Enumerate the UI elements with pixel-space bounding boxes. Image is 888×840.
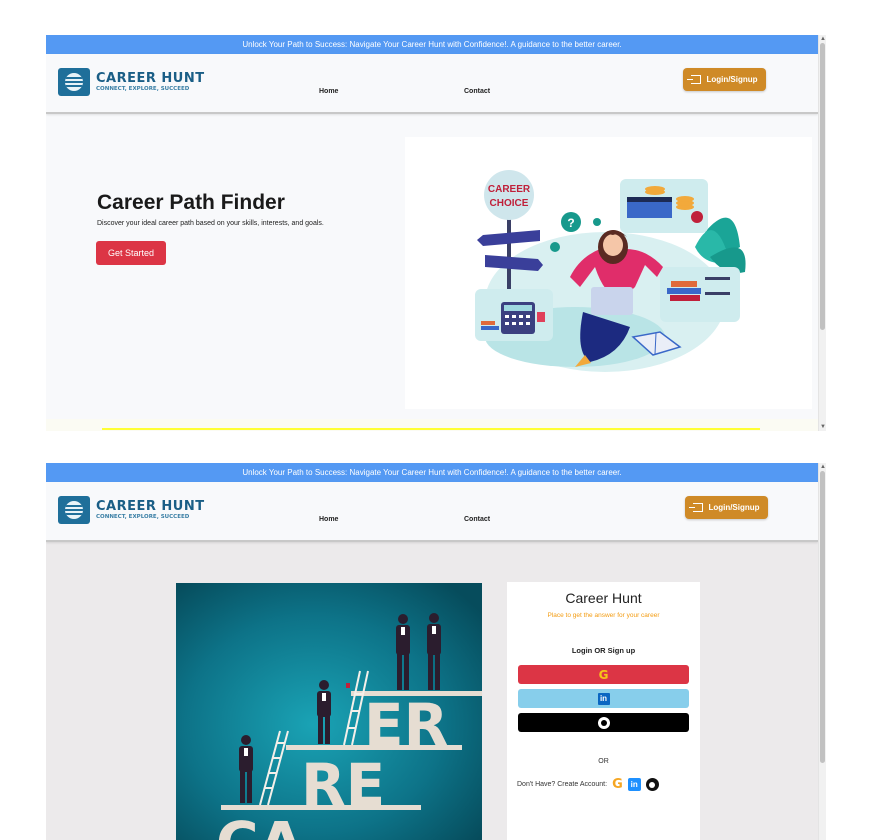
scroll-down-icon[interactable]: ▼ [819,423,826,431]
brand-logo[interactable]: CAREER HUNT CONNECT, EXPLORE, SUCCEED [58,496,205,524]
login-page-screenshot: Unlock Your Path to Success: Navigate Yo… [46,463,826,840]
google-signup-icon[interactable]: G [612,777,623,792]
linkedin-login-button[interactable]: in [518,689,689,708]
scrollbar[interactable]: ▲ ▼ [818,35,826,431]
scroll-up-icon[interactable]: ▲ [819,35,826,43]
login-icon [687,75,702,84]
nav-home-link[interactable]: Home [319,516,338,523]
brand-name: CAREER HUNT [96,498,205,514]
brand-logo[interactable]: CAREER HUNT CONNECT, EXPLORE, SUCCEED [58,68,205,96]
globe-icon [58,496,90,524]
create-account-label: Don't Have? Create Account: [517,781,608,788]
brand-tagline: CONNECT, EXPLORE, SUCCEED [96,85,190,92]
globe-icon [58,68,90,96]
svg-text:?: ? [567,216,574,230]
login-card: Career Hunt Place to get the answer for … [507,582,700,840]
career-poster-image: ER RE CA [176,583,482,840]
google-login-button[interactable]: G [518,665,689,684]
create-account-row: Don't Have? Create Account: G in [517,777,659,792]
career-choice-illustration: CAREER CHOICE ? [405,137,812,409]
divider-line [102,428,760,430]
top-banner: Unlock Your Path to Success: Navigate Yo… [46,35,818,54]
scrollbar[interactable]: ▲ [818,463,826,840]
navbar: CAREER HUNT CONNECT, EXPLORE, SUCCEED Ho… [46,54,818,114]
navbar: CAREER HUNT CONNECT, EXPLORE, SUCCEED Ho… [46,482,818,542]
hero-subtitle: Discover your ideal career path based on… [97,220,324,227]
login-signup-label: Login/Signup [708,503,760,512]
nav-home-link[interactable]: Home [319,88,338,95]
nav-contact-link[interactable]: Contact [464,516,490,523]
or-separator: OR [598,758,609,765]
brand-name: CAREER HUNT [96,70,205,86]
google-icon: G [598,667,609,682]
login-card-title: Career Hunt [565,590,642,606]
poster-letters-er: ER [364,691,448,759]
scrollbar-thumb[interactable] [820,43,825,330]
top-banner: Unlock Your Path to Success: Navigate Yo… [46,463,818,482]
landing-page-screenshot: Unlock Your Path to Success: Navigate Yo… [46,35,826,431]
get-started-button[interactable]: Get Started [96,241,166,265]
github-login-button[interactable] [518,713,689,732]
hero-title: Career Path Finder [97,191,285,214]
github-signup-icon[interactable] [645,778,659,791]
login-card-subtitle: Place to get the answer for your career [547,612,660,619]
login-signup-label: Login/Signup [706,75,758,84]
poster-letters-re: RE [301,751,385,819]
login-icon [689,503,704,512]
career-illustration-svg: CAREER CHOICE ? [475,170,746,372]
scrollbar-thumb[interactable] [820,471,825,763]
svg-text:CHOICE: CHOICE [490,198,529,209]
login-signup-button[interactable]: Login/Signup [683,68,766,91]
brand-tagline: CONNECT, EXPLORE, SUCCEED [96,513,190,520]
linkedin-signup-icon[interactable]: in [627,778,641,791]
career-choice-sign: CAREER [488,184,531,195]
career-poster-svg: ER RE CA [176,583,482,840]
github-icon [597,716,610,729]
login-signup-button[interactable]: Login/Signup [685,496,768,519]
nav-contact-link[interactable]: Contact [464,88,490,95]
login-signup-heading: Login OR Sign up [571,646,636,655]
poster-letters-ca: CA [216,809,304,840]
linkedin-icon: in [597,692,610,705]
scroll-up-icon[interactable]: ▲ [819,463,826,471]
